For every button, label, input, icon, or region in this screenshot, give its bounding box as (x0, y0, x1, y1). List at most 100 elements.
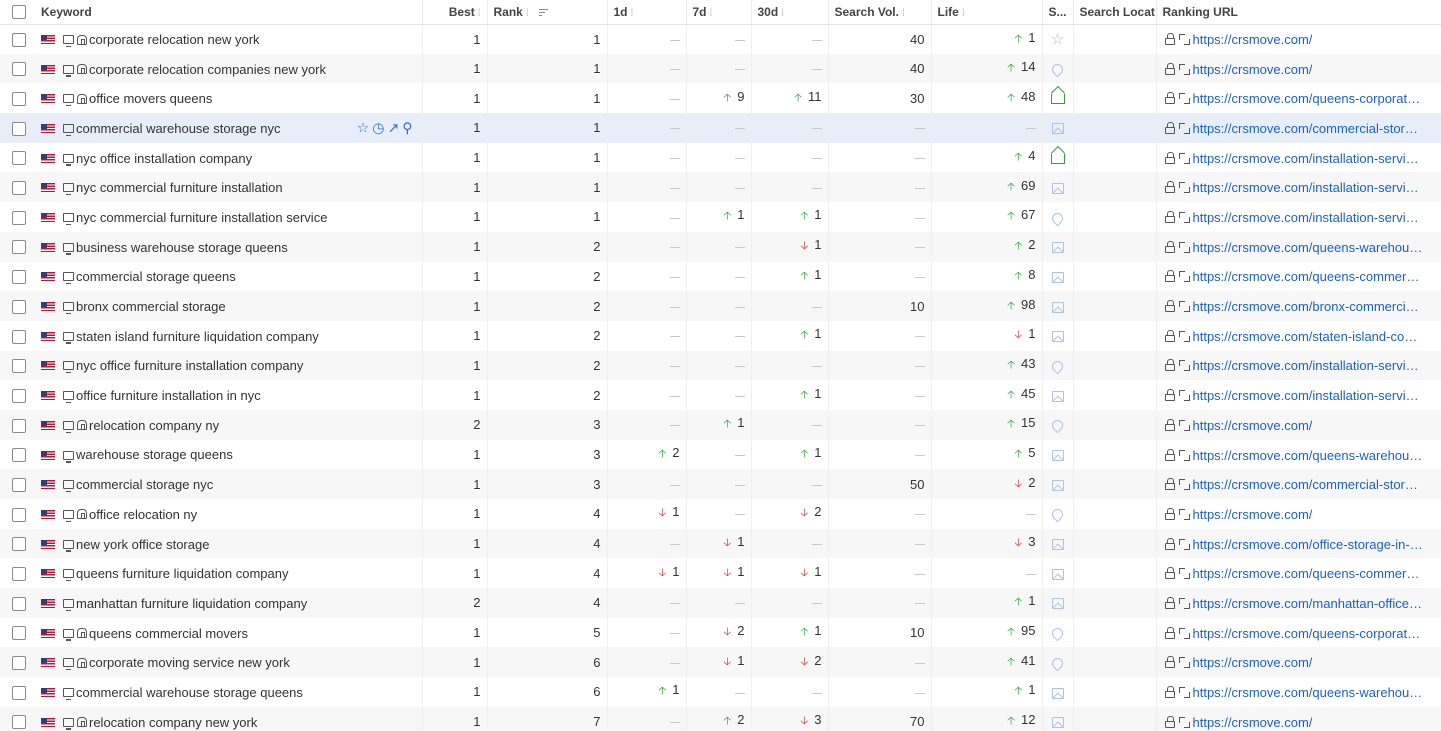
row-checkbox[interactable] (12, 567, 26, 581)
keyword-cell[interactable]: corporate relocation new york (35, 24, 423, 54)
ranking-url-link[interactable]: https://crsmove.com/queens-warehouse... (1193, 240, 1425, 255)
lock-icon[interactable] (1164, 92, 1175, 105)
serp-feature-cell[interactable] (1042, 261, 1074, 292)
lock-icon[interactable] (1164, 418, 1175, 431)
serp-feature-cell[interactable] (1042, 409, 1074, 440)
ranking-url-link[interactable]: https://crsmove.com/ (1193, 715, 1313, 730)
table-row[interactable]: bronx commercial storage 1 2 10 🡡 98 https://c… (0, 291, 1441, 321)
table-row[interactable]: office furniture installation in nyc 1 2 🡡 1… (0, 380, 1441, 410)
table-row[interactable]: queens commercial movers 1 5 🡣 2 🡡 1 10 🡡 95 https… (0, 617, 1441, 648)
expand-icon[interactable] (1178, 63, 1190, 75)
lock-icon[interactable] (1164, 478, 1175, 491)
expand-icon[interactable] (1178, 152, 1190, 164)
keyword-cell[interactable]: nyc commercial furniture installation (35, 172, 423, 203)
serp-feature-cell[interactable] (1042, 53, 1074, 84)
lock-icon[interactable] (1164, 715, 1175, 728)
keyword-cell[interactable]: commercial warehouse storage nyc ☆◷↗⚲ (35, 113, 423, 143)
serp-feature-cell[interactable] (1042, 142, 1074, 173)
table-row[interactable]: commercial warehouse storage nyc ☆◷↗⚲ 1 1 ht… (0, 113, 1441, 143)
sort-handle-icon[interactable]: ⁞ (478, 8, 481, 19)
table-row[interactable]: manhattan furniture liquidation company 2… (0, 588, 1441, 618)
expand-icon[interactable] (1178, 241, 1190, 253)
ranking-url-link[interactable]: https://crsmove.com/installation-service… (1193, 358, 1425, 373)
keyword-cell[interactable]: commercial storage nyc (35, 469, 423, 499)
row-checkbox[interactable] (12, 299, 26, 314)
ranking-url-link[interactable]: https://crsmove.com/ (1193, 655, 1313, 670)
row-checkbox[interactable] (12, 685, 26, 700)
lock-icon[interactable] (1164, 537, 1175, 550)
lock-icon[interactable] (1164, 656, 1175, 669)
ranking-url-link[interactable]: https://crsmove.com/installation-service… (1193, 210, 1425, 225)
expand-icon[interactable] (1178, 716, 1190, 728)
sort-handle-icon[interactable]: ⁞ (902, 8, 905, 19)
row-checkbox[interactable] (12, 270, 26, 285)
keyword-cell[interactable]: nyc office installation company (35, 142, 423, 173)
lock-icon[interactable] (1164, 389, 1175, 402)
table-row[interactable]: nyc office installation company 1 1 🡡 4 https… (0, 142, 1441, 173)
serp-feature-cell[interactable] (1042, 291, 1074, 321)
serp-feature-cell[interactable] (1042, 677, 1074, 707)
ranking-url-link[interactable]: https://crsmove.com/commercial-storag... (1193, 477, 1425, 492)
row-checkbox[interactable] (12, 329, 26, 344)
serp-feature-cell[interactable] (1042, 320, 1074, 351)
serp-feature-cell[interactable] (1042, 380, 1074, 410)
row-checkbox[interactable] (12, 418, 26, 433)
keyword-cell[interactable]: warehouse storage queens (35, 439, 423, 470)
keyword-cell[interactable]: office movers queens (35, 83, 423, 114)
row-checkbox[interactable] (12, 210, 26, 225)
keyword-cell[interactable]: relocation company ny (35, 409, 423, 440)
ranking-url-link[interactable]: https://crsmove.com/ (1193, 507, 1313, 522)
serp-feature-cell[interactable] (1042, 647, 1074, 678)
ranking-url-link[interactable]: https://crsmove.com/installation-service… (1193, 151, 1425, 166)
sort-handle-icon[interactable]: ⁞ (710, 8, 713, 19)
header-serp-features[interactable]: S... (1042, 0, 1074, 25)
expand-icon[interactable] (1178, 301, 1190, 313)
keyword-cell[interactable]: relocation company new york (35, 706, 423, 731)
serp-feature-cell[interactable] (1042, 439, 1074, 470)
sort-ascending-icon[interactable] (538, 9, 548, 17)
expand-icon[interactable] (1178, 330, 1190, 342)
expand-icon[interactable] (1178, 212, 1190, 223)
ranking-url-link[interactable]: https://crsmove.com/queens-warehouse... (1193, 685, 1425, 700)
expand-icon[interactable] (1178, 538, 1190, 550)
table-row[interactable]: nyc commercial furniture installation se… (0, 202, 1441, 232)
serp-feature-cell[interactable] (1042, 172, 1074, 203)
keyword-cell[interactable]: commercial storage queens (35, 261, 423, 292)
expand-icon[interactable] (1178, 122, 1190, 134)
serp-feature-cell[interactable] (1042, 528, 1074, 559)
expand-icon[interactable] (1178, 182, 1190, 194)
keyword-cell[interactable]: manhattan furniture liquidation company (35, 588, 423, 618)
keyword-cell[interactable]: bronx commercial storage (35, 291, 423, 321)
serp-feature-cell[interactable] (1042, 499, 1074, 529)
row-checkbox[interactable] (12, 507, 26, 522)
expand-icon[interactable] (1178, 687, 1190, 698)
table-row[interactable]: office movers queens 1 1 🡡 9 🡡 11 30 🡡 48 https://… (0, 83, 1441, 114)
sort-handle-icon[interactable]: ⁞ (631, 8, 634, 19)
row-checkbox[interactable] (12, 32, 26, 47)
serp-feature-cell[interactable] (1042, 350, 1074, 381)
lock-icon[interactable] (1164, 448, 1175, 461)
serp-feature-cell[interactable] (1042, 558, 1074, 589)
lock-icon[interactable] (1164, 62, 1175, 75)
expand-icon[interactable] (1178, 508, 1190, 520)
row-checkbox[interactable] (12, 240, 26, 255)
lock-icon[interactable] (1164, 33, 1175, 46)
header-7d[interactable]: 7d ⁞ (686, 0, 752, 25)
row-checkbox[interactable] (12, 151, 26, 166)
lock-icon[interactable] (1164, 181, 1175, 194)
serp-feature-cell[interactable] (1042, 202, 1074, 232)
row-checkbox[interactable] (12, 92, 26, 106)
history-clock-icon[interactable]: ◷ (372, 119, 387, 135)
keyword-cell[interactable]: nyc commercial furniture installation se… (35, 202, 423, 232)
sort-handle-icon[interactable]: ⁞ (962, 8, 965, 19)
ranking-url-link[interactable]: https://crsmove.com/installation-service… (1193, 388, 1425, 403)
lock-icon[interactable] (1164, 359, 1175, 372)
lock-icon[interactable] (1164, 121, 1175, 134)
table-row[interactable]: relocation company new york 1 7 🡡 2 🡣 3 70 🡡 12 ht… (0, 706, 1441, 731)
serp-feature-cell[interactable] (1042, 113, 1074, 143)
expand-icon[interactable] (1178, 597, 1190, 609)
header-30d[interactable]: 30d ⁞ (751, 0, 829, 25)
header-ranking-url[interactable]: Ranking URL (1156, 0, 1441, 25)
expand-icon[interactable] (1178, 568, 1190, 580)
lock-icon[interactable] (1164, 329, 1175, 342)
